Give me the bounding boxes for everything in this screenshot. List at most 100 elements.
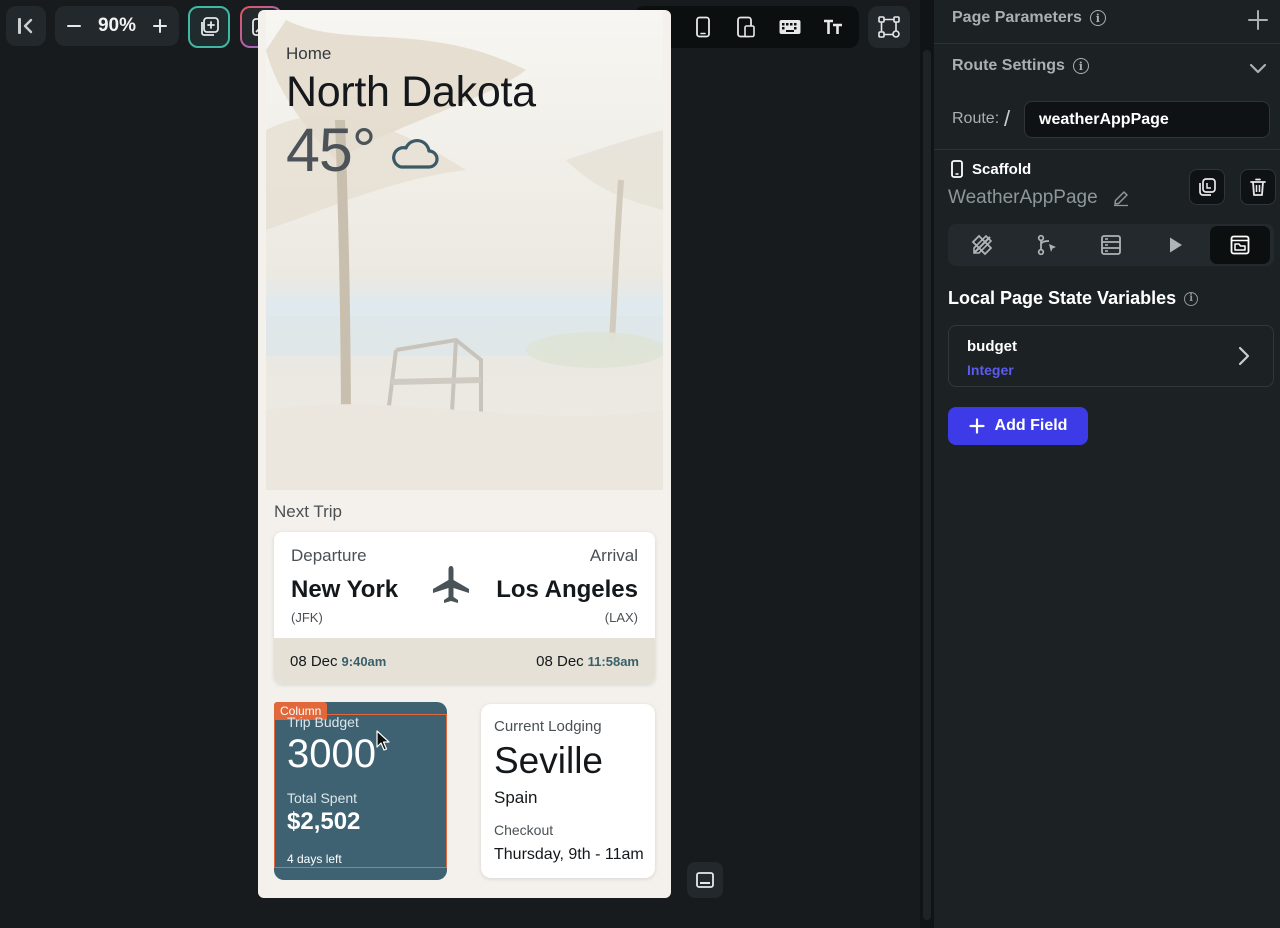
- bottom-panel-button[interactable]: [687, 862, 723, 898]
- scaffold-label: Scaffold: [972, 160, 1032, 178]
- city-title: North Dakota: [286, 68, 536, 116]
- lodging-city: Seville: [494, 740, 603, 781]
- zoom-level: 90%: [97, 15, 137, 36]
- plus-icon: [968, 418, 985, 434]
- route-settings-header[interactable]: Route Settings i: [952, 57, 1089, 75]
- play-icon: [1170, 237, 1183, 253]
- trip-budget-label: Trip Budget: [287, 714, 359, 730]
- chevron-down-icon[interactable]: [1246, 56, 1270, 80]
- total-spent-label: Total Spent: [287, 790, 358, 806]
- keyboard-toggle-button[interactable]: [772, 9, 808, 45]
- temperature-row: 45°: [286, 115, 536, 185]
- arrival-datetime: 08 Dec 11:58am: [536, 653, 639, 670]
- variable-type: Integer: [967, 362, 1014, 378]
- widget-tree-icon: [878, 16, 900, 38]
- collapse-panel-button[interactable]: [6, 6, 46, 46]
- lodging-label: Current Lodging: [494, 718, 602, 735]
- zoom-control: 90%: [55, 6, 179, 46]
- trip-card[interactable]: Departure Arrival New York Los Angeles (…: [274, 532, 655, 684]
- phone-preview-button[interactable]: [685, 9, 721, 45]
- departure-code: (JFK): [291, 610, 323, 625]
- page-name: WeatherAppPage: [948, 187, 1098, 208]
- zoom-in-button[interactable]: [149, 15, 171, 37]
- add-parameter-icon[interactable]: [1246, 8, 1270, 32]
- next-trip-label: Next Trip: [274, 502, 343, 521]
- tablet-icon: [737, 16, 756, 38]
- scrollbar-thumb[interactable]: [923, 50, 931, 920]
- arrival-label: Arrival: [589, 546, 638, 565]
- text-size-button[interactable]: [815, 9, 851, 45]
- layers-button[interactable]: [188, 6, 230, 48]
- layers-icon: [201, 17, 219, 36]
- page-name-row: WeatherAppPage: [948, 187, 1130, 209]
- plus-icon: [153, 19, 167, 33]
- departure-date: 08 Dec: [290, 652, 338, 670]
- phone-icon: [951, 160, 963, 178]
- breadcrumb[interactable]: Home: [286, 44, 536, 64]
- info-icon[interactable]: i: [1184, 291, 1199, 306]
- collapse-left-icon: [18, 18, 33, 34]
- tab-backend-query[interactable]: [1081, 226, 1141, 264]
- minus-icon: [67, 25, 81, 27]
- info-icon[interactable]: i: [1089, 10, 1106, 26]
- state-variable-row[interactable]: budget Integer: [948, 325, 1274, 387]
- duplicate-page-button[interactable]: [1189, 169, 1225, 205]
- page-parameters-title: Page Parameters: [952, 9, 1082, 26]
- cloud-icon: [392, 138, 439, 169]
- departure-city: New York: [291, 576, 399, 603]
- airplane-icon: [433, 566, 469, 603]
- canvas-area[interactable]: 90% Home North Dakota 45° Next Trip Depa…: [0, 0, 920, 928]
- trip-budget-card[interactable]: Column Trip Budget 3000 Total Spent $2,5…: [274, 702, 447, 880]
- route-settings-title: Route Settings: [952, 57, 1065, 74]
- scaffold-header: Scaffold: [950, 160, 1031, 178]
- phone-preview: Home North Dakota 45° Next Trip Departur…: [258, 10, 671, 898]
- lodging-country: Spain: [494, 788, 538, 807]
- checkout-value: Thursday, 9th - 11am: [494, 846, 644, 863]
- route-input[interactable]: [1024, 101, 1270, 138]
- tab-actions[interactable]: [1017, 226, 1077, 264]
- edit-pencil-icon[interactable]: [1112, 189, 1130, 207]
- variable-name: budget: [967, 338, 1017, 355]
- arrival-date: 08 Dec: [536, 652, 584, 670]
- arrival-code: (LAX): [604, 610, 638, 625]
- beach-hero-image: Home North Dakota 45°: [266, 10, 663, 490]
- weather-header: Home North Dakota 45°: [286, 44, 536, 185]
- tab-animations[interactable]: [1145, 226, 1205, 264]
- phone-icon: [696, 16, 710, 38]
- duplicate-icon: [1199, 178, 1216, 196]
- arrival-city: Los Angeles: [496, 576, 638, 603]
- mouse-cursor-icon: [376, 730, 390, 751]
- widget-tree-button[interactable]: [868, 6, 910, 48]
- zoom-out-button[interactable]: [63, 15, 85, 37]
- add-field-label: Add Field: [994, 417, 1068, 434]
- local-state-header: Local Page State Variables i: [948, 288, 1199, 309]
- trip-times-row: 08 Dec 9:40am 08 Dec 11:58am: [274, 638, 655, 684]
- trip-budget-value: 3000: [287, 732, 376, 776]
- days-left-text: 4 days left: [287, 852, 342, 866]
- route-label: Route:: [952, 110, 1000, 127]
- chevron-right-icon: [1238, 346, 1250, 366]
- design-tools-icon: [971, 234, 993, 256]
- departure-time: 9:40am: [341, 653, 387, 669]
- temperature-value: 45°: [286, 116, 376, 184]
- divider: [934, 149, 1280, 150]
- action-flow-icon: [1037, 234, 1056, 256]
- add-field-button[interactable]: Add Field: [948, 407, 1088, 445]
- page-parameters-header[interactable]: Page Parameters i: [952, 9, 1106, 27]
- text-size-icon: [824, 19, 843, 34]
- local-state-title: Local Page State Variables: [948, 288, 1177, 308]
- properties-panel: Page Parameters i Route Settings i Route…: [934, 0, 1280, 928]
- database-rows-icon: [1101, 235, 1121, 255]
- bottom-panel-icon: [696, 872, 714, 888]
- tab-page-state[interactable]: [1209, 226, 1270, 264]
- delete-page-button[interactable]: [1240, 169, 1276, 205]
- current-lodging-card[interactable]: Current Lodging Seville Spain Checkout T…: [481, 704, 655, 878]
- canvas-scrollbar[interactable]: [920, 0, 934, 928]
- panel-tabs: [948, 224, 1274, 266]
- checkout-label: Checkout: [494, 822, 554, 838]
- info-icon[interactable]: i: [1072, 58, 1089, 74]
- departure-datetime: 08 Dec 9:40am: [290, 653, 386, 670]
- keyboard-icon: [779, 20, 801, 34]
- tablet-preview-button[interactable]: [728, 9, 764, 45]
- tab-properties[interactable]: [952, 226, 1012, 264]
